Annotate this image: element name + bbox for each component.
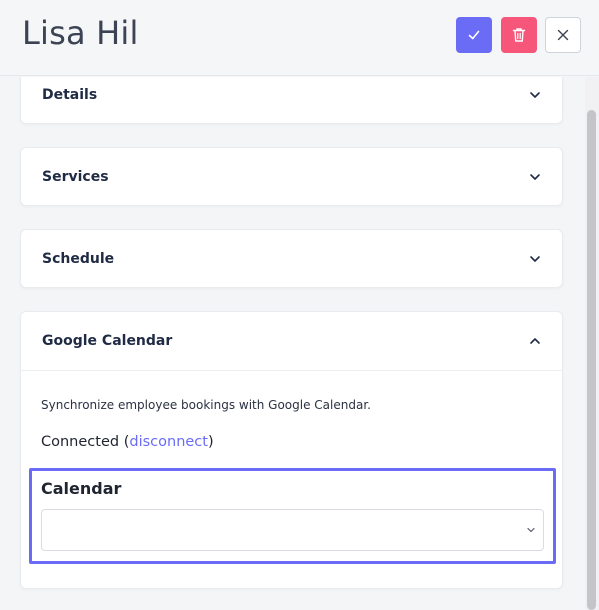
section-schedule: Schedule <box>20 229 563 288</box>
chevron-down-icon <box>527 527 535 533</box>
section-schedule-header[interactable]: Schedule <box>21 230 562 288</box>
section-services: Services <box>20 147 563 206</box>
section-title: Details <box>42 87 98 103</box>
chevron-down-icon <box>530 92 540 98</box>
chevron-down-icon <box>530 174 540 180</box>
connection-status: Connected (disconnect) <box>41 434 214 450</box>
section-google-calendar: Google Calendar Synchronize employee boo… <box>20 311 563 589</box>
page-header: Lisa Hil <box>0 0 599 76</box>
close-icon <box>557 29 569 41</box>
page-title: Lisa Hil <box>22 14 139 52</box>
disconnect-link[interactable]: disconnect <box>129 434 208 450</box>
section-details-header[interactable]: Details <box>21 77 562 125</box>
section-details: Details <box>20 77 563 124</box>
trash-icon <box>512 28 526 42</box>
section-services-header[interactable]: Services <box>21 148 562 206</box>
chevron-down-icon <box>530 256 540 262</box>
sync-description: Synchronize employee bookings with Googl… <box>41 398 371 412</box>
divider <box>21 370 562 371</box>
scrollbar-thumb[interactable] <box>587 110 596 610</box>
sections-panel[interactable]: Details Services Schedule Google Calenda… <box>0 77 584 610</box>
calendar-select[interactable] <box>41 509 544 551</box>
section-title: Google Calendar <box>42 333 173 349</box>
calendar-field-group: Calendar <box>29 468 556 564</box>
check-icon <box>468 30 480 40</box>
save-button[interactable] <box>456 17 492 53</box>
delete-button[interactable] <box>501 17 537 53</box>
status-text: Connected <box>41 434 120 450</box>
chevron-up-icon <box>530 338 540 344</box>
close-button[interactable] <box>545 17 581 53</box>
section-title: Schedule <box>42 251 115 267</box>
section-google-calendar-header[interactable]: Google Calendar <box>21 312 562 370</box>
calendar-label: Calendar <box>41 479 122 498</box>
section-title: Services <box>42 169 109 185</box>
